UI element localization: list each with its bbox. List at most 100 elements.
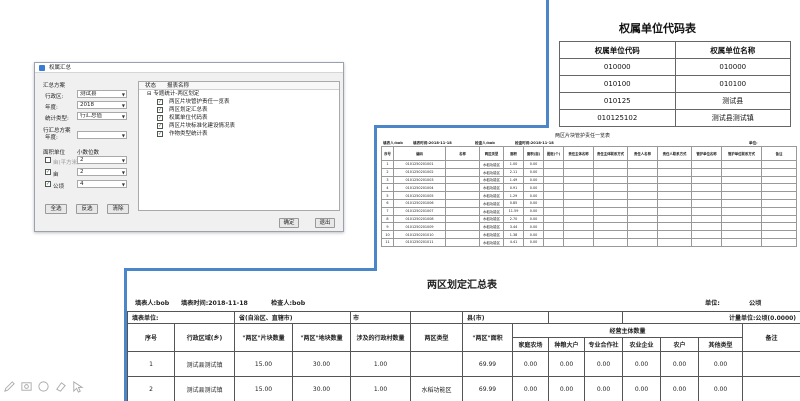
- table-cell: 1.00: [503, 160, 524, 169]
- table-cell: [563, 222, 594, 232]
- column-header: 涉及的行政村数量: [350, 323, 411, 352]
- name-column-header[interactable]: 报表名称: [167, 82, 189, 90]
- table-cell: [445, 222, 480, 232]
- table-cell: [445, 167, 480, 177]
- chevron-down-icon: ▼: [121, 114, 125, 119]
- table-cell: 3.44: [503, 222, 524, 232]
- table-cell: 0.00: [523, 222, 544, 232]
- report-checkbox[interactable]: ✓: [157, 99, 163, 105]
- table-cell: 0101250201002: [393, 167, 446, 177]
- shape-icon[interactable]: [37, 380, 50, 393]
- table-cell: [593, 214, 628, 224]
- fill-time-label: 填表时间:2018-11-18: [181, 300, 248, 307]
- table-cell: 1.38: [503, 230, 524, 239]
- code-table-panel: 权属单位代码表 权属单位代码 权属单位名称 010000 010000 01010…: [549, 0, 800, 128]
- table-cell: [721, 230, 762, 239]
- list-item[interactable]: ⊟ 专题统计-两区划定: [147, 91, 199, 98]
- eraser-icon[interactable]: [54, 380, 67, 393]
- table-cell: [691, 206, 722, 216]
- chevron-down-icon: ▼: [121, 182, 125, 187]
- decimal-select-hectare[interactable]: 4 ▼: [77, 180, 127, 188]
- table-cell: [593, 167, 628, 177]
- table-cell: [445, 183, 480, 193]
- table-cell: [761, 183, 797, 193]
- table-cell: [563, 160, 594, 169]
- report-checkbox[interactable]: ✓: [157, 107, 163, 113]
- table-cell: [721, 198, 762, 208]
- report-checkbox[interactable]: ✓: [157, 131, 163, 137]
- table-cell: 11.59: [503, 206, 524, 216]
- screen-capture-icon[interactable]: [20, 380, 33, 393]
- stat-type-select[interactable]: 行汇总值 ▼: [77, 112, 127, 120]
- table-cell: 0101250201004: [393, 183, 446, 193]
- select-all-button[interactable]: 全选: [45, 204, 67, 214]
- year-select[interactable]: 2018 ▼: [77, 101, 127, 109]
- summary-table-title: 两区划定汇总表: [427, 280, 497, 291]
- table-cell: [691, 175, 722, 185]
- stat-type-label: 统计类型:: [45, 116, 69, 122]
- column-header: 面积: [503, 146, 524, 161]
- table-cell: 1: [381, 160, 394, 169]
- table-cell: [445, 230, 480, 239]
- table-cell: [721, 160, 762, 169]
- table-cell: [543, 222, 564, 232]
- table-cell: [761, 175, 797, 185]
- year-label: 年度:: [45, 105, 58, 111]
- table-row: 8 0101250201008 水稻功能区 2.70 0.00: [381, 214, 797, 224]
- table-row: 010100 010100: [559, 75, 791, 93]
- decimal-select-sqm[interactable]: 2 ▼: [77, 156, 127, 164]
- pointer-icon[interactable]: [71, 380, 84, 393]
- clear-button[interactable]: 清除: [107, 204, 129, 214]
- filler-label: 填表人:bob: [135, 300, 170, 307]
- column-header: 农业企业: [622, 337, 661, 352]
- decimal-select-mu[interactable]: 2 ▼: [77, 168, 127, 176]
- table-cell: 水稻功能区: [479, 214, 504, 224]
- table-row: 6 0101250201006 水稻功能区 0.85 0.00: [381, 198, 797, 208]
- annotation-toolbar: [3, 380, 84, 396]
- table-cell: [657, 206, 692, 216]
- table-cell: 0101250201006: [393, 198, 446, 208]
- column-header: 权属单位代码: [559, 41, 676, 59]
- table-cell: [627, 198, 658, 208]
- table-cell: [563, 191, 594, 200]
- table-cell: [761, 237, 797, 247]
- table-cell: 0.00: [523, 167, 544, 177]
- table-cell: 0.00: [523, 214, 544, 224]
- cancel-button[interactable]: 退出: [315, 218, 335, 228]
- table-cell: [691, 160, 722, 169]
- unit-checkbox-mu[interactable]: ✓: [45, 169, 51, 175]
- column-header: 名称: [445, 146, 480, 161]
- invert-selection-button[interactable]: 反选: [76, 204, 98, 214]
- table-cell: [657, 237, 692, 247]
- report-checkbox[interactable]: ✓: [157, 115, 163, 121]
- table-cell: 4.41: [503, 237, 524, 247]
- code-table-title: 权属单位代码表: [619, 22, 696, 35]
- report-checkbox[interactable]: ✓: [157, 123, 163, 129]
- table-cell: [543, 160, 564, 169]
- table-cell: [563, 183, 594, 193]
- unit-label: 单位:: [705, 300, 720, 307]
- table-cell: 0.00: [523, 191, 544, 200]
- table-cell: [543, 167, 564, 177]
- row-year-select[interactable]: ▼: [77, 131, 127, 139]
- pen-icon[interactable]: [3, 380, 16, 393]
- column-header: 行政区域(乡): [174, 323, 235, 352]
- checker-label: 检查人:bob: [271, 300, 306, 307]
- table-cell: [691, 237, 722, 247]
- ok-button[interactable]: 确定: [279, 218, 299, 228]
- table-cell: 水稻功能区: [479, 160, 504, 169]
- unit-checkbox-sqm[interactable]: [45, 157, 51, 163]
- table-cell: [627, 237, 658, 247]
- column-header: 两区类型: [479, 146, 504, 161]
- column-header: 责任主体名称: [563, 146, 594, 161]
- table-cell: [721, 183, 762, 193]
- unit-checkbox-hectare[interactable]: ✓: [45, 181, 51, 187]
- table-cell: [563, 237, 594, 247]
- state-column-header[interactable]: 状态: [145, 82, 156, 90]
- table-cell: 7: [381, 206, 394, 216]
- table-cell: 0.00: [523, 230, 544, 239]
- table-cell: [593, 198, 628, 208]
- table-cell: [627, 160, 658, 169]
- region-select[interactable]: 测试县 ▼: [77, 90, 127, 98]
- table-cell: [721, 237, 762, 247]
